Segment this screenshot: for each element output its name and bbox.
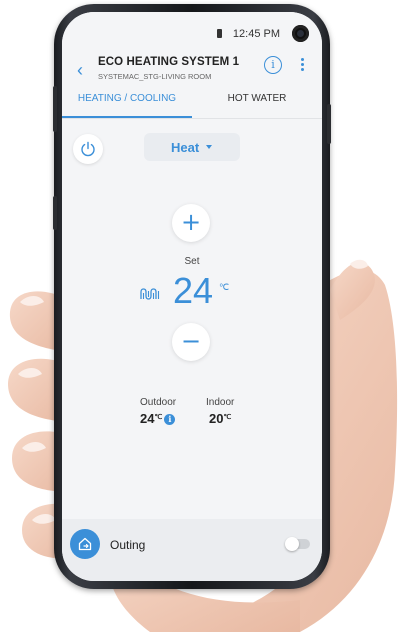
- stage: 12:45 PM ‹ ECO HEATING SYSTEM 1 SYSTEMAC…: [0, 0, 411, 632]
- page-subtitle: SYSTEMAC_STG-LIVING ROOM: [98, 72, 212, 81]
- more-vertical-icon[interactable]: [298, 56, 306, 74]
- phone-screen: 12:45 PM ‹ ECO HEATING SYSTEM 1 SYSTEMAC…: [62, 12, 322, 581]
- page-title: ECO HEATING SYSTEM 1: [98, 56, 240, 68]
- mode-dropdown[interactable]: Heat: [144, 133, 240, 161]
- indoor-temperature-value: 20: [209, 411, 224, 426]
- home-exit-icon[interactable]: [70, 529, 100, 559]
- increase-temperature-button[interactable]: +: [172, 204, 210, 242]
- tab-bar: HEATING / COOLING HOT WATER: [62, 92, 322, 119]
- plus-icon: +: [180, 208, 202, 236]
- outdoor-label: Outdoor: [140, 397, 177, 408]
- caret-down-icon: [206, 145, 212, 149]
- more-dot: [300, 63, 304, 66]
- indoor-reading: 20℃: [209, 411, 231, 426]
- power-icon: [81, 141, 95, 157]
- minus-icon: −: [180, 327, 202, 355]
- set-temperature-unit: ℃: [219, 282, 230, 292]
- front-camera-icon: [292, 25, 309, 42]
- info-icon[interactable]: i: [264, 56, 282, 74]
- chevron-left-icon[interactable]: ‹: [72, 60, 88, 80]
- more-dot: [300, 58, 304, 61]
- more-dot: [300, 68, 304, 71]
- outdoor-temperature-unit: ℃: [154, 414, 163, 421]
- power-button[interactable]: [73, 134, 103, 164]
- battery-icon: [217, 29, 222, 38]
- toggle-knob: [285, 537, 299, 551]
- mode-label: Heat: [171, 140, 200, 155]
- phone-side-button: [53, 196, 57, 230]
- outdoor-reading: 24℃ i: [140, 411, 176, 426]
- outdoor-info-icon[interactable]: i: [164, 414, 176, 425]
- status-bar: 12:45 PM: [62, 12, 322, 48]
- set-temperature-value: 24: [173, 270, 214, 311]
- home-exit-glyph: [78, 537, 92, 551]
- set-label: Set: [184, 256, 200, 267]
- phone-side-button: [327, 104, 331, 144]
- status-time: 12:45 PM: [232, 28, 280, 40]
- outdoor-temperature-value: 24: [140, 411, 155, 426]
- indoor-label: Indoor: [206, 397, 235, 408]
- outing-toggle[interactable]: [285, 537, 310, 551]
- tab-divider: [62, 118, 322, 119]
- tab-heating-cooling[interactable]: HEATING / COOLING: [62, 92, 192, 118]
- app-header: ‹ ECO HEATING SYSTEM 1 SYSTEMAC_STG-LIVI…: [62, 48, 322, 94]
- decrease-temperature-button[interactable]: −: [172, 323, 210, 361]
- tab-hot-water[interactable]: HOT WATER: [192, 92, 322, 118]
- phone-side-button: [53, 86, 57, 132]
- indoor-temperature-unit: ℃: [223, 414, 232, 421]
- floor-heating-icon: [140, 288, 160, 300]
- outing-bar: Outing: [62, 519, 322, 581]
- outing-label: Outing: [110, 538, 146, 552]
